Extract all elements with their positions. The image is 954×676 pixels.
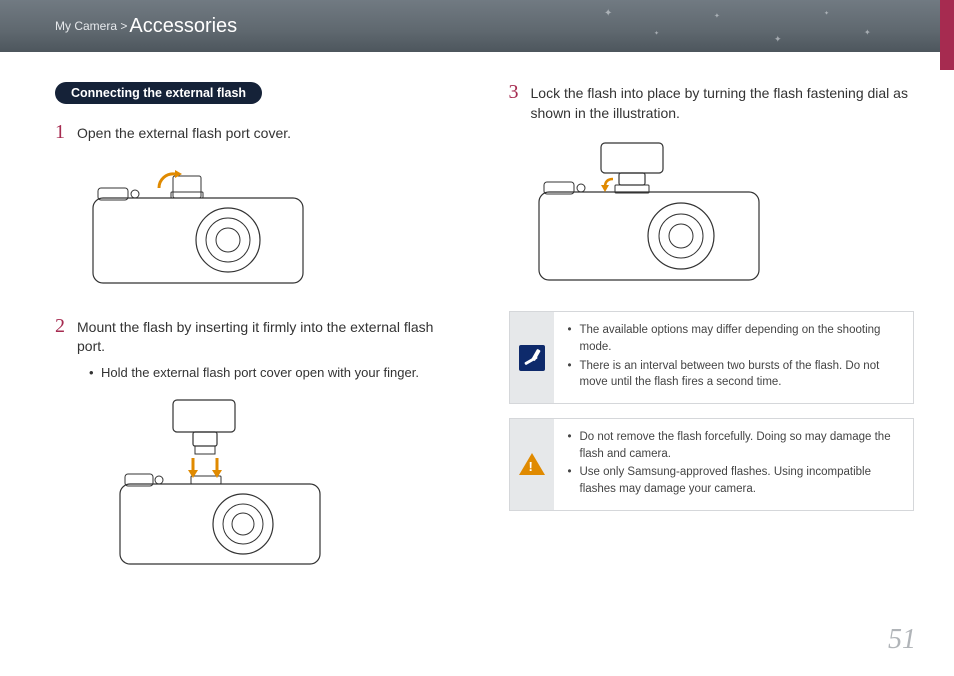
breadcrumb-parent: My Camera > <box>55 19 127 33</box>
step-number: 3 <box>509 82 521 102</box>
side-tab <box>940 0 954 70</box>
section-heading: Connecting the external flash <box>55 82 262 104</box>
info-note-box: The available options may differ dependi… <box>509 311 915 404</box>
step-number: 1 <box>55 122 67 142</box>
header-decoration: ✦ ✦ ✦ ✦ ✦ ✦ <box>594 0 894 52</box>
pen-icon <box>519 345 545 371</box>
step-2-sub: Hold the external flash port cover open … <box>89 365 461 380</box>
step-number: 2 <box>55 316 67 336</box>
illustration-step-2 <box>115 394 461 569</box>
page-header: My Camera > Accessories ✦ ✦ ✦ ✦ ✦ ✦ <box>0 0 954 52</box>
step-3: 3 Lock the flash into place by turning t… <box>509 82 915 123</box>
breadcrumb-current: Accessories <box>129 15 237 38</box>
note-item: There is an interval between two bursts … <box>568 358 902 391</box>
page-number: 51 <box>888 624 916 656</box>
warning-note-box: Do not remove the flash forcefully. Doin… <box>509 418 915 511</box>
left-column: Connecting the external flash 1 Open the… <box>55 82 461 569</box>
warning-icon <box>519 453 545 475</box>
info-note-body: The available options may differ dependi… <box>554 312 914 403</box>
info-icon-cell <box>510 312 554 403</box>
warning-icon-cell <box>510 419 554 510</box>
note-item: The available options may differ dependi… <box>568 322 902 355</box>
step-text: Open the external flash port cover. <box>77 122 291 144</box>
illustration-step-3 <box>529 137 915 287</box>
step-text: Mount the flash by inserting it firmly i… <box>77 316 461 357</box>
warning-note-body: Do not remove the flash forcefully. Doin… <box>554 419 914 510</box>
illustration-step-1 <box>83 158 461 288</box>
step-text: Lock the flash into place by turning the… <box>531 82 915 123</box>
page-content: Connecting the external flash 1 Open the… <box>0 52 954 569</box>
step-2: 2 Mount the flash by inserting it firmly… <box>55 316 461 357</box>
right-column: 3 Lock the flash into place by turning t… <box>509 82 915 569</box>
note-item: Do not remove the flash forcefully. Doin… <box>568 429 902 462</box>
note-item: Use only Samsung-approved flashes. Using… <box>568 464 902 497</box>
step-1: 1 Open the external flash port cover. <box>55 122 461 144</box>
